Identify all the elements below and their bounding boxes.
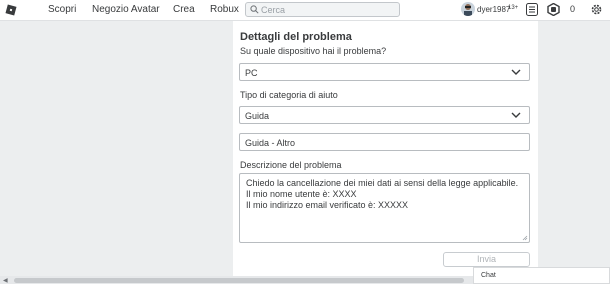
- device-label: Su quale dispositivo hai il problema?: [240, 46, 387, 56]
- search-icon: [250, 5, 259, 14]
- category-label: Tipo di categoria di aiuto: [240, 90, 338, 100]
- chat-label: Chat: [481, 272, 496, 279]
- roblox-logo-icon[interactable]: [5, 4, 17, 16]
- nav-link-discover[interactable]: Scopri: [48, 4, 76, 15]
- description-line: Il mio nome utente è: XXXX: [246, 189, 357, 199]
- subcategory-value: Guida - Altro: [245, 138, 296, 148]
- search-box[interactable]: [245, 2, 400, 17]
- search-input[interactable]: [261, 3, 396, 16]
- nav-link-robux[interactable]: Robux: [210, 4, 239, 15]
- device-select-value: PC: [245, 68, 258, 78]
- chevron-down-icon: [511, 112, 521, 118]
- nav-link-create[interactable]: Crea: [173, 4, 195, 15]
- username[interactable]: dyer1987: [477, 5, 510, 14]
- description-line: Chiedo la cancellazione dei miei dati ai…: [246, 178, 519, 188]
- description-textarea[interactable]: Chiedo la cancellazione dei miei dati ai…: [239, 173, 530, 243]
- description-line: Il mio indirizzo email verificato è: XXX…: [246, 200, 409, 210]
- description-label: Descrizione del problema: [240, 160, 342, 170]
- gear-icon[interactable]: [590, 3, 603, 16]
- avatar[interactable]: [461, 2, 475, 16]
- chevron-down-icon: [511, 69, 521, 75]
- submit-button[interactable]: Invia: [443, 252, 530, 267]
- avatar-image: [464, 4, 472, 16]
- device-select[interactable]: PC: [239, 63, 530, 81]
- age-badge: 13+: [508, 5, 519, 11]
- category-select[interactable]: Guida: [239, 106, 530, 124]
- chat-bar[interactable]: Chat: [473, 267, 610, 284]
- scrollbar-thumb[interactable]: [14, 278, 464, 283]
- subcategory-field[interactable]: Guida - Altro: [239, 133, 530, 151]
- robux-icon[interactable]: [547, 3, 560, 16]
- notifications-icon[interactable]: [526, 3, 538, 16]
- category-select-value: Guida: [245, 111, 270, 121]
- robux-balance[interactable]: 0: [570, 4, 575, 14]
- nav-link-avatar-shop[interactable]: Negozio Avatar: [92, 4, 160, 15]
- top-navigation-bar: Scopri Negozio Avatar Crea Robux dyer198…: [0, 0, 610, 21]
- scroll-left-icon[interactable]: ◀: [3, 277, 8, 284]
- page-title: Dettagli del problema: [240, 31, 352, 43]
- form-card: [233, 21, 538, 284]
- resize-handle-icon[interactable]: [522, 235, 528, 241]
